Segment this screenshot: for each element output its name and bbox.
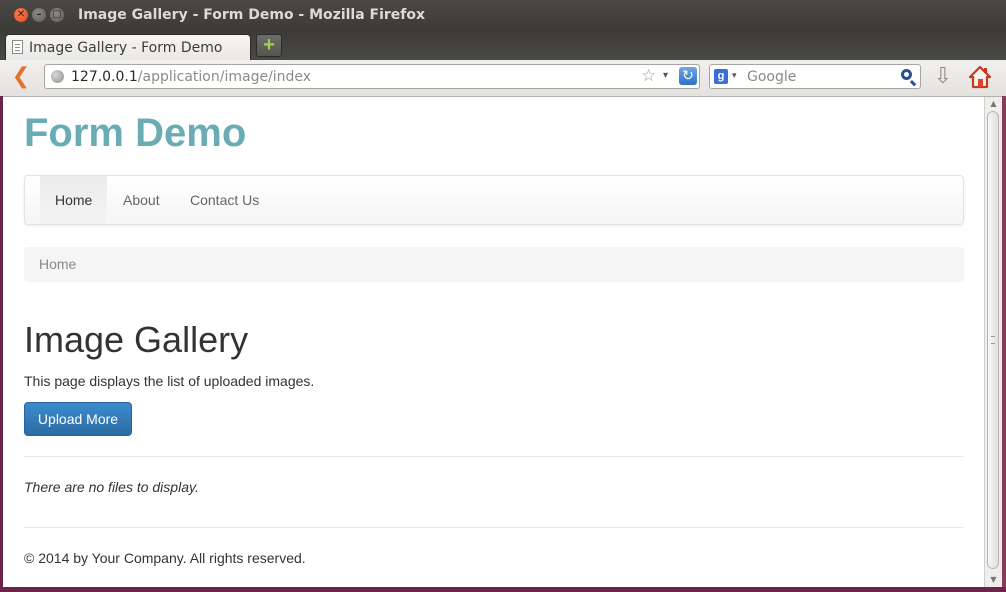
site-title[interactable]: Form Demo	[24, 111, 246, 156]
star-icon[interactable]: ☆	[641, 66, 656, 86]
footer-copyright: © 2014 by Your Company. All rights reser…	[24, 550, 306, 566]
divider	[24, 456, 964, 457]
browser-window: ✕ – □ Image Gallery - Form Demo - Mozill…	[0, 0, 1006, 592]
close-icon[interactable]: ✕	[14, 8, 28, 22]
scroll-up-icon[interactable]: ▲	[987, 99, 1000, 109]
page-title: Image Gallery	[24, 319, 249, 360]
grip-icon	[991, 336, 995, 344]
title-bar: ✕ – □ Image Gallery - Form Demo - Mozill…	[0, 0, 1006, 31]
url-path: /application/image/index	[137, 69, 312, 85]
breadcrumb: Home	[24, 247, 964, 282]
navigation-toolbar: ❮ 127.0.0.1/application/image/index ☆ ▾ …	[0, 60, 1006, 97]
home-icon[interactable]	[967, 64, 993, 90]
back-arrow-icon[interactable]: ❮	[10, 66, 32, 88]
vertical-scrollbar[interactable]: ▲ ▼	[984, 97, 1002, 587]
page-content: Form Demo Home About Contact Us Home Ima…	[3, 97, 984, 587]
tab-label: Image Gallery - Form Demo	[29, 40, 223, 56]
minimize-icon[interactable]: –	[32, 8, 46, 22]
tab-image-gallery[interactable]: Image Gallery - Form Demo	[5, 34, 251, 60]
globe-icon	[51, 70, 64, 83]
nav-item-home[interactable]: Home	[40, 176, 108, 224]
url-text[interactable]: 127.0.0.1/application/image/index	[71, 69, 311, 85]
scroll-down-icon[interactable]: ▼	[987, 575, 1000, 585]
url-bar[interactable]: 127.0.0.1/application/image/index ☆ ▾ ↻	[44, 64, 700, 89]
page-icon	[12, 40, 23, 54]
empty-files-message: There are no files to display.	[24, 479, 199, 495]
page-description: This page displays the list of uploaded …	[24, 373, 315, 389]
tab-strip: Image Gallery - Form Demo +	[0, 31, 1006, 60]
window-title: Image Gallery - Form Demo - Mozilla Fire…	[78, 7, 426, 23]
reload-icon[interactable]: ↻	[679, 67, 697, 85]
maximize-icon[interactable]: □	[50, 8, 64, 22]
new-tab-icon[interactable]: +	[256, 34, 282, 57]
window-border	[0, 587, 1006, 592]
breadcrumb-item-home: Home	[39, 256, 77, 272]
window-border	[1002, 96, 1006, 592]
search-bar[interactable]: g ▾ Google	[709, 64, 921, 89]
download-icon[interactable]: ⇩	[932, 65, 954, 89]
scroll-thumb[interactable]	[987, 111, 999, 569]
nav-item-about[interactable]: About	[108, 176, 175, 224]
divider	[24, 527, 964, 528]
chevron-down-icon[interactable]: ▾	[663, 70, 668, 81]
window-border	[0, 96, 3, 592]
search-input[interactable]: Google	[747, 69, 796, 85]
search-icon[interactable]	[901, 69, 912, 80]
nav-item-contact-us[interactable]: Contact Us	[175, 176, 274, 224]
url-host: 127.0.0.1	[71, 69, 138, 85]
site-navbar: Home About Contact Us	[24, 175, 964, 225]
engine-chevron-down-icon[interactable]: ▾	[732, 71, 737, 81]
google-icon[interactable]: g	[714, 69, 728, 84]
upload-more-button[interactable]: Upload More	[24, 402, 132, 436]
